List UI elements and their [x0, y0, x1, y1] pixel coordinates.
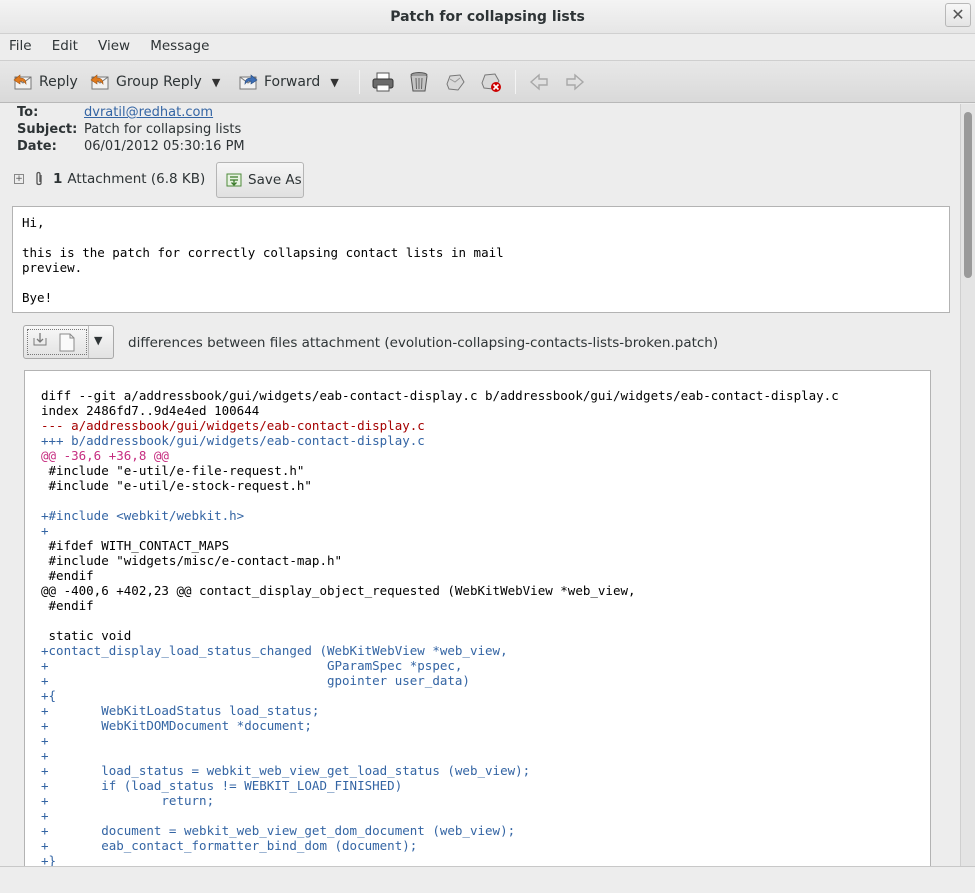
patch-line [41, 613, 930, 628]
patch-line: +#include <webkit/webkit.h> [41, 508, 245, 523]
toolbar-separator [515, 70, 516, 94]
reply-icon [13, 74, 32, 90]
to-address-link[interactable]: dvratil@redhat.com [84, 105, 213, 120]
date-value: 06/01/2012 05:30:16 PM [84, 139, 245, 154]
group-reply-chevron-down-icon[interactable]: ▼ [212, 76, 220, 89]
patch-line: #ifdef WITH_CONTACT_MAPS [41, 538, 230, 553]
patch-line: + return; [41, 793, 215, 808]
group-reply-icon [90, 74, 109, 90]
patch-line: #include "e-util/e-file-request.h" [41, 463, 305, 478]
attachment-count: 1 [53, 171, 63, 187]
paperclip-icon [36, 171, 42, 186]
patch-line: @@ -400,6 +402,23 @@ contact_display_obj… [41, 583, 636, 598]
attachment-download-icon [33, 333, 75, 352]
save-as-button[interactable]: Save As [216, 162, 304, 198]
patch-line: #endif [41, 598, 94, 613]
patch-line: @@ -36,6 +36,8 @@ [41, 448, 169, 463]
patch-line: + [41, 523, 49, 538]
patch-line: + WebKitLoadStatus load_status; [41, 703, 320, 718]
next-icon[interactable] [563, 70, 587, 94]
patch-line: static void [41, 628, 132, 643]
patch-line: + eab_contact_formatter_bind_dom (docume… [41, 838, 418, 853]
patch-line: + GParamSpec *pspec, [41, 658, 463, 673]
forward-label: Forward [264, 74, 321, 90]
patch-line: --- a/addressbook/gui/widgets/eab-contac… [41, 418, 425, 433]
patch-line: +} [41, 853, 57, 866]
attachment-button-divider [88, 326, 89, 358]
window-title: Patch for collapsing lists [390, 9, 585, 25]
patch-line: + [41, 808, 49, 823]
previous-icon[interactable] [527, 70, 551, 94]
not-junk-icon[interactable] [479, 70, 503, 94]
date-label: Date: [17, 139, 57, 154]
close-button[interactable]: ✕ [945, 3, 971, 27]
patch-line: + WebKitDOMDocument *document; [41, 718, 312, 733]
forward-chevron-down-icon[interactable]: ▼ [330, 76, 338, 89]
patch-line: + if (load_status != WEBKIT_LOAD_FINISHE… [41, 778, 403, 793]
patch-line: +++ b/addressbook/gui/widgets/eab-contac… [41, 433, 425, 448]
header-to: To: dvratil@redhat.com [17, 104, 213, 121]
group-reply-label: Group Reply [116, 74, 202, 90]
attachment-button[interactable]: ▼ [23, 325, 114, 359]
header-subject: Subject: Patch for collapsing lists [17, 121, 241, 138]
patch-line: diff --git a/addressbook/gui/widgets/eab… [41, 388, 839, 403]
patch-line: index 2486fd7..9d4e4ed 100644 [41, 403, 260, 418]
toolbar: Reply Group Reply ▼ Forward ▼ [0, 60, 975, 103]
attachment-label: differences between files attachment (ev… [128, 335, 719, 351]
patch-line: + [41, 748, 49, 763]
attachments-expander[interactable]: + [14, 174, 24, 184]
attachment-icons [27, 329, 87, 355]
patch-line: #include "e-util/e-stock-request.h" [41, 478, 312, 493]
menu-file[interactable]: File [0, 34, 40, 58]
patch-line: #include "widgets/misc/e-contact-map.h" [41, 553, 343, 568]
patch-line: +{ [41, 688, 57, 703]
menu-edit[interactable]: Edit [44, 34, 86, 58]
scrollbar[interactable] [960, 104, 975, 866]
menu-view[interactable]: View [90, 34, 138, 58]
patch-line: + load_status = webkit_web_view_get_load… [41, 763, 531, 778]
attachment-summary: Attachment (6.8 KB) [67, 171, 206, 187]
delete-icon[interactable] [407, 70, 431, 94]
group-reply-button[interactable]: Group Reply ▼ [89, 68, 220, 96]
to-label: To: [17, 105, 39, 120]
menu-bar: File Edit View Message [0, 34, 975, 60]
status-bar [0, 866, 975, 893]
subject-value: Patch for collapsing lists [84, 122, 242, 137]
subject-label: Subject: [17, 122, 78, 137]
patch-line: + gpointer user_data) [41, 673, 470, 688]
patch-line: + [41, 733, 49, 748]
patch-line: +contact_display_load_status_changed (We… [41, 643, 508, 658]
scrollbar-thumb[interactable] [964, 112, 972, 278]
header-date: Date: 06/01/2012 05:30:16 PM [17, 138, 245, 155]
patch-line: + document = webkit_web_view_get_dom_doc… [41, 823, 516, 838]
patch-viewer: diff --git a/addressbook/gui/widgets/eab… [24, 370, 931, 866]
save-icon [226, 173, 242, 187]
patch-line [41, 493, 930, 508]
attachment-bar: + 1 Attachment (6.8 KB) [14, 161, 205, 197]
forward-button[interactable]: Forward ▼ [237, 68, 339, 96]
menu-message[interactable]: Message [142, 34, 217, 58]
forward-icon [239, 74, 258, 90]
message-preview: To: dvratil@redhat.com Subject: Patch for … [0, 104, 960, 866]
reply-button[interactable]: Reply [12, 68, 78, 96]
save-as-label: Save As [248, 172, 302, 188]
title-bar: Patch for collapsing lists ✕ [0, 0, 975, 34]
reply-label: Reply [39, 74, 78, 90]
message-body: Hi, this is the patch for correctly coll… [12, 206, 950, 313]
patch-line: #endif [41, 568, 94, 583]
toolbar-separator [359, 70, 360, 94]
junk-icon[interactable] [443, 70, 467, 94]
print-icon[interactable] [371, 70, 395, 94]
attachment-chevron-down-icon[interactable]: ▼ [94, 334, 102, 347]
